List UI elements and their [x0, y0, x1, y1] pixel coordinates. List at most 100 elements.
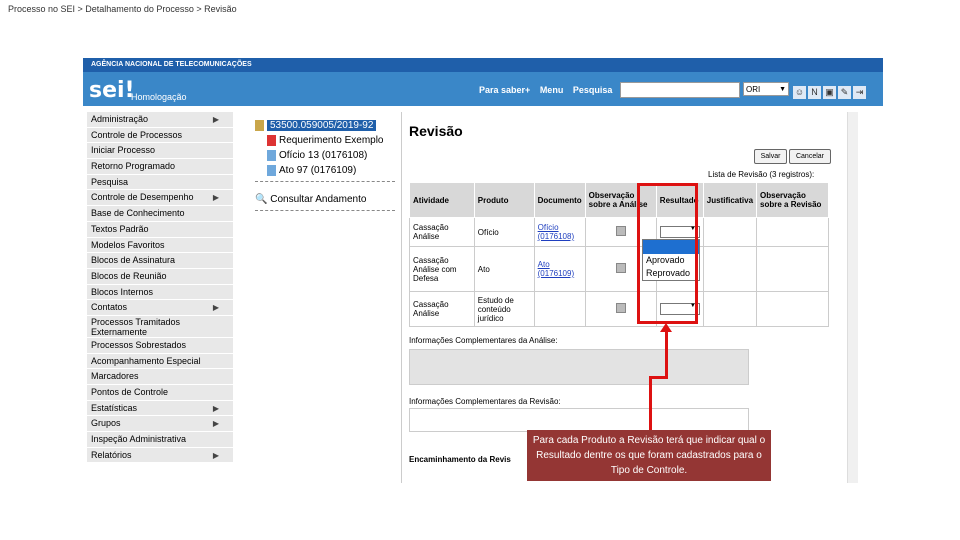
menu-item-label: Blocos de Assinatura [91, 255, 176, 266]
menu-item[interactable]: Pesquisa [87, 174, 233, 191]
chevron-right-icon: ▶ [212, 450, 219, 460]
menu-item[interactable]: Relatórios ▶ [87, 447, 233, 464]
menu-item[interactable]: Textos Padrão [87, 221, 233, 238]
unit-select[interactable]: ORI ▼ [743, 82, 789, 96]
cell-observacao-revisao [756, 246, 829, 292]
menu-item[interactable]: Blocos Internos [87, 284, 233, 301]
menu-item[interactable]: Blocos de Reunião [87, 268, 233, 285]
tree-process-node[interactable]: 53500.059005/2019-92 [255, 118, 395, 133]
person-icon[interactable]: ☺ [793, 86, 806, 99]
menu-item-label: Contatos [91, 302, 128, 313]
menu-item[interactable]: Processos Sobrestados [87, 337, 233, 354]
encaminhamento-label: Encaminhamento da Revis [409, 455, 511, 464]
col-documento: Documento [533, 182, 586, 218]
notes-icon[interactable] [615, 226, 626, 236]
menu-item-label: Base de Conhecimento [91, 208, 185, 219]
menu-item[interactable]: Administração ▶ [87, 112, 233, 128]
document-link[interactable]: Ofício [538, 223, 559, 232]
menu-item[interactable]: Iniciar Processo [87, 143, 233, 160]
menu-item[interactable]: Marcadores [87, 369, 233, 385]
menu-item[interactable]: Processos Tramitados Externamente [87, 315, 233, 338]
menu-item[interactable]: Controle de Desempenho ▶ [87, 190, 233, 207]
callout-arrow [665, 330, 668, 377]
menu-item[interactable]: Pontos de Controle [87, 385, 233, 401]
tools-icon[interactable]: ✎ [838, 86, 851, 99]
menu-item[interactable]: Blocos de Assinatura [87, 253, 233, 269]
menu-item[interactable]: Inspeção Administrativa [87, 432, 233, 448]
cell-documento [533, 291, 586, 327]
vertical-scrollbar[interactable] [847, 112, 858, 483]
search-input[interactable] [620, 82, 740, 98]
col-justificativa: Justificativa [702, 182, 758, 218]
menu-item[interactable]: Modelos Favoritos [87, 237, 233, 254]
cell-produto: Ato [473, 246, 535, 292]
menu-item-label: Processos Sobrestados [91, 339, 187, 350]
tree-divider [255, 181, 395, 182]
document-number-link[interactable]: (0176109) [538, 269, 574, 278]
window-icon[interactable]: ▣ [823, 86, 836, 99]
info-analise-field [409, 349, 749, 385]
document-icon [267, 149, 276, 161]
page-title: Revisão [409, 123, 463, 139]
app-header: sei! Homologação Para saber+ Menu Pesqui… [83, 72, 883, 106]
menu-item-label: Inspeção Administrativa [91, 434, 187, 445]
menu-item-label: Pesquisa [91, 176, 129, 187]
info-analise-label: Informações Complementares da Análise: [409, 336, 558, 345]
tree-doc[interactable]: Requerimento Exemplo [255, 133, 395, 148]
menu-item-label: Acompanhamento Especial [91, 355, 201, 366]
callout-note: Para cada Produto a Revisão terá que ind… [527, 430, 771, 481]
process-number[interactable]: 53500.059005/2019-92 [267, 120, 377, 131]
tree-doc-label[interactable]: Requerimento Exemplo [279, 135, 384, 146]
cell-observacao-revisao [756, 217, 829, 247]
save-button[interactable]: Salvar [754, 149, 787, 164]
notes-icon[interactable] [615, 263, 626, 273]
cell-justificativa [702, 217, 758, 247]
menu-item[interactable]: Acompanhamento Especial [87, 353, 233, 370]
document-number-link[interactable]: (0176108) [538, 232, 574, 241]
menu-item-label: Controle de Processos [91, 129, 183, 140]
callout-arrow [649, 376, 652, 431]
menu-item[interactable]: Grupos ▶ [87, 416, 233, 433]
consult-link[interactable]: 🔍 Consultar Andamento [255, 192, 395, 207]
notes-icon[interactable] [615, 303, 626, 313]
highlight-box [637, 183, 698, 324]
header-links: Para saber+ Menu Pesquisa [479, 85, 619, 95]
menu-item-label: Administração [91, 114, 149, 124]
info-revisao-field[interactable] [409, 408, 749, 432]
menu-item-label: Retorno Programado [91, 161, 176, 172]
tree-doc[interactable]: Ofício 13 (0176108) [255, 148, 395, 163]
chevron-down-icon: ▼ [779, 86, 786, 93]
table-row: Cassação Análise Ofício Ofício (0176108) … [409, 217, 829, 247]
menu-item[interactable]: Retorno Programado [87, 159, 233, 175]
link-pesquisa[interactable]: Pesquisa [573, 85, 613, 95]
tree-doc-label[interactable]: Ofício 13 (0176108) [279, 150, 367, 161]
menu-item[interactable]: Controle de Processos [87, 127, 233, 144]
link-menu[interactable]: Menu [540, 85, 564, 95]
link-para-saber[interactable]: Para saber+ [479, 85, 530, 95]
chevron-right-icon: ▶ [212, 115, 219, 124]
menu-item[interactable]: Base de Conhecimento [87, 206, 233, 222]
consult-label[interactable]: Consultar Andamento [270, 194, 366, 205]
breadcrumb: Processo no SEI > Detalhamento do Proces… [8, 4, 237, 14]
document-link[interactable]: Ato [538, 260, 550, 269]
table-row: Cassação Análise Estudo de conteúdo jurí… [409, 291, 829, 327]
pdf-icon [267, 134, 276, 146]
cell-justificativa [702, 246, 758, 292]
exit-icon[interactable]: ⇥ [853, 86, 866, 99]
cell-atividade: Cassação Análise [409, 217, 475, 247]
cell-atividade: Cassação Análise [409, 291, 475, 327]
cancel-button[interactable]: Cancelar [789, 149, 831, 164]
chevron-right-icon: ▶ [212, 193, 219, 203]
magnifier-icon: 🔍 [255, 194, 268, 205]
cell-atividade: Cassação Análise com Defesa [409, 246, 475, 292]
folder-icon [255, 119, 264, 131]
tree-doc-label[interactable]: Ato 97 (0176109) [279, 165, 356, 176]
menu-item-label: Iniciar Processo [91, 145, 156, 156]
cell-produto: Ofício [473, 217, 535, 247]
notes-icon[interactable]: N [808, 86, 821, 99]
menu-item[interactable]: Estatísticas ▶ [87, 400, 233, 417]
col-produto: Produto [473, 182, 535, 218]
menu-item[interactable]: Contatos ▶ [87, 300, 233, 316]
menu-item-label: Relatórios [91, 449, 132, 460]
tree-doc[interactable]: Ato 97 (0176109) [255, 163, 395, 178]
